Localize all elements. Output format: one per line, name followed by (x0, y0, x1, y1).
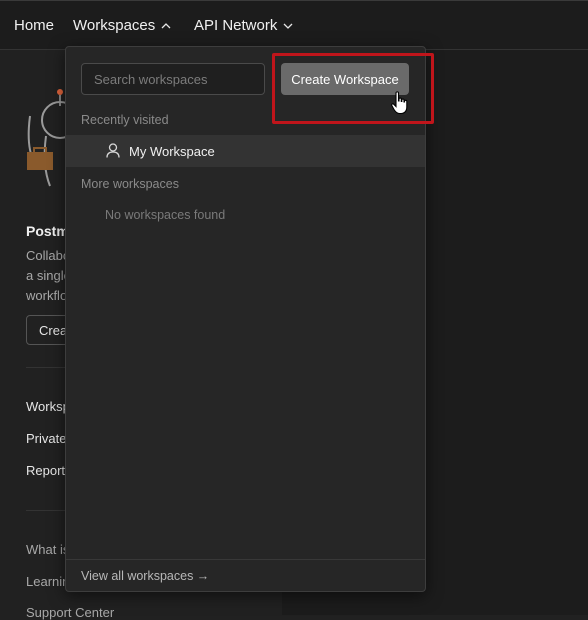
chevron-up-icon (161, 22, 171, 28)
create-workspace-label: Create Workspace (291, 71, 399, 87)
hand-cursor-icon (391, 91, 408, 115)
nav-workspaces-label: Workspaces (73, 17, 156, 34)
workspace-name: My Workspace (129, 144, 215, 159)
workspace-item-my-workspace[interactable]: My Workspace (66, 135, 425, 167)
nav-home-label: Home (14, 17, 55, 34)
background-link[interactable]: Worksp (26, 399, 70, 414)
chevron-down-icon (283, 23, 293, 29)
top-navigation-bar: Home Workspaces API Network (0, 0, 588, 50)
nav-api-network-label: API Network (194, 17, 278, 34)
background-link[interactable]: Report (26, 463, 65, 478)
recently-visited-label: Recently visited (81, 113, 169, 127)
nav-home[interactable]: Home (14, 17, 54, 34)
background-footer-link[interactable]: Support Center (26, 605, 114, 620)
person-icon (106, 143, 120, 158)
empty-workspaces-message: No workspaces found (105, 208, 226, 222)
more-workspaces-label: More workspaces (81, 177, 179, 191)
nav-workspaces[interactable]: Workspaces (73, 17, 171, 34)
workspaces-dropdown: Create Workspace Recently visited My Wor… (65, 46, 434, 592)
background-desc-line: Collabo (26, 248, 71, 263)
background-title: Postm (26, 223, 69, 239)
search-workspaces-input[interactable] (81, 63, 265, 95)
background-footer-link[interactable]: What is (26, 542, 69, 557)
background-link[interactable]: Private (26, 431, 66, 446)
background-desc-line: workflo (26, 288, 68, 303)
view-all-workspaces-link[interactable]: View all workspaces → (81, 569, 209, 583)
divider (66, 559, 425, 560)
nav-api-network[interactable]: API Network (194, 17, 293, 34)
background-footer-link[interactable]: Learnin (26, 574, 69, 589)
create-workspace-button[interactable]: Create Workspace (281, 63, 409, 95)
